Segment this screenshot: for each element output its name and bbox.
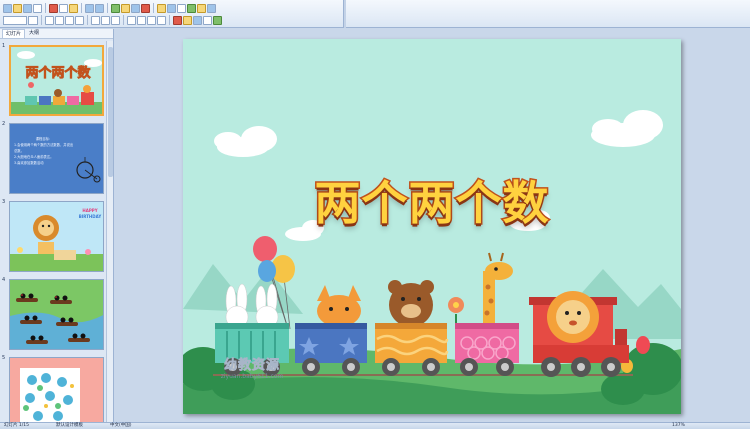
thumbnail-number: 2 [2,121,6,127]
align-left-icon[interactable] [91,15,100,25]
status-theme: 默认设计模板 [56,423,83,428]
align-center-icon[interactable] [101,15,110,25]
scrollbar-thumb[interactable] [108,47,113,177]
shadow-icon[interactable] [75,15,84,25]
panel-tabs: 幻灯片 大纲 [0,29,113,39]
thumbnail-5-art [10,358,103,422]
print-icon[interactable] [33,3,42,13]
insert-picture-icon[interactable] [131,3,140,13]
paste-icon[interactable] [69,3,78,13]
slide-title[interactable]: 两个两个数 [183,167,681,233]
insert-chart-icon[interactable] [111,3,120,13]
font-name-select[interactable] [3,15,27,25]
thumbnail-slide-4[interactable] [9,279,104,350]
tab-outline[interactable]: 大纲 [26,29,42,38]
align-right-icon[interactable] [111,15,120,25]
thumbnail-number: 1 [2,43,6,49]
cut-icon[interactable] [49,3,58,13]
numbering-icon[interactable] [127,15,136,25]
watermark-url: ziyuan.baby611.com [220,373,284,380]
font-color-icon[interactable] [173,15,182,25]
thumbnail-scrollbar[interactable] [106,41,113,422]
thumbnail-number: 5 [2,355,6,361]
tab-slides[interactable]: 幻灯片 [2,29,26,38]
thumbnail-2-line: 1.会使用两个两个数的方法数数，并说出总数。 [14,143,74,153]
thumbnail-number: 4 [2,277,6,283]
animation-icon[interactable] [213,15,222,25]
watermark-text: 幼教资源 [223,358,280,374]
format-painter-icon[interactable] [157,3,166,13]
open-folder-icon[interactable] [13,3,22,13]
status-bar: 幻灯片 1/15 默认设计模板 中文(中国) 137% [0,422,750,429]
bullets-icon[interactable] [137,15,146,25]
thumbnail-list: 1 两个两个数 2 课程目标： 1.会使用两个两个数的方法数数，并说出总数。 2… [0,41,106,422]
thumbnail-2-line: 3.喜欢参加数数活动 [14,161,44,165]
increase-font-icon[interactable] [147,15,156,25]
show-grid-icon[interactable] [187,3,196,13]
italic-icon[interactable] [55,15,64,25]
train-car-cat [295,285,367,376]
underline-icon[interactable] [65,15,74,25]
bicycle-icon [76,157,101,183]
train-car-bear [375,280,449,376]
copy-icon[interactable] [59,3,68,13]
zoom-icon[interactable] [197,3,206,13]
table-grid-icon[interactable] [177,3,186,13]
bold-icon[interactable] [45,15,54,25]
font-size-select[interactable] [28,15,38,25]
redo-icon[interactable] [95,3,104,13]
new-file-icon[interactable] [3,3,12,13]
thumbnail-1-title: 两个两个数 [25,65,91,81]
status-language: 中文(中国) [110,423,132,428]
slide-canvas[interactable]: 两个两个数 幼教资源 ziyuan.baby611.com [183,39,681,414]
help-icon[interactable] [207,3,216,13]
toolbar-gripper[interactable] [343,0,346,28]
ribbon-toolbar [0,0,750,28]
insert-table-icon[interactable] [121,3,130,13]
thumbnail-number: 3 [2,199,6,205]
status-slide-info: 幻灯片 1/15 [4,423,30,428]
status-zoom[interactable]: 137% [672,423,685,429]
slide-panel: 幻灯片 大纲 1 两个两个数 2 课程目标： 1.会使用两个两个数的方法数数，并… [0,29,114,422]
outline-icon[interactable] [203,15,212,25]
new-slide-icon[interactable] [193,15,202,25]
design-icon[interactable] [183,15,192,25]
thumbnail-slide-1[interactable]: 两个两个数 [9,45,104,116]
toolbar-row-formatting [3,14,222,26]
thumbnail-1-art: 两个两个数 [11,47,102,114]
save-icon[interactable] [23,3,32,13]
toolbar-row-standard [3,2,216,14]
undo-icon[interactable] [85,3,94,13]
insert-hyperlink-icon[interactable] [167,3,176,13]
thumbnail-4-art [10,280,103,349]
watermark-logo: 幼教资源 ziyuan.baby611.com [207,354,297,380]
thumbnail-slide-2[interactable]: 课程目标： 1.会使用两个两个数的方法数数，并说出总数。 2.大胆地在众人面前表… [9,123,104,194]
insert-shape-icon[interactable] [141,3,150,13]
thumbnail-3-banner-line: BIRTHDAY [78,214,102,219]
thumbnail-slide-3[interactable]: HAPPY BIRTHDAY [9,201,104,272]
thumbnail-slide-5[interactable] [9,357,104,422]
train-car-giraffe [455,252,519,376]
decrease-font-icon[interactable] [157,15,166,25]
